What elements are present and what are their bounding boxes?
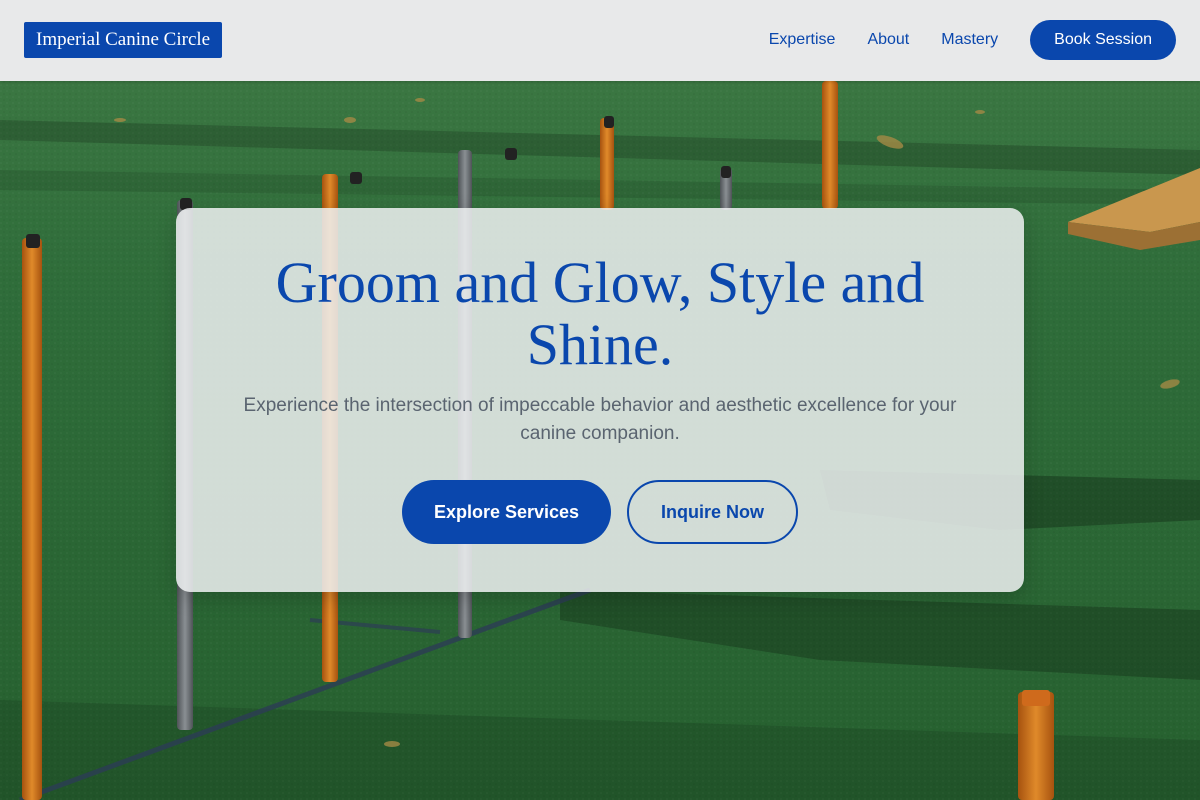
landing-page: Imperial Canine Circle Expertise About M… — [0, 0, 1200, 800]
site-header: Imperial Canine Circle Expertise About M… — [0, 0, 1200, 81]
nav-link-mastery[interactable]: Mastery — [941, 31, 998, 49]
hero-card: Groom and Glow, Style and Shine. Experie… — [176, 208, 1024, 592]
inquire-now-button[interactable]: Inquire Now — [627, 480, 799, 544]
hero-actions: Explore Services Inquire Now — [176, 480, 1024, 544]
nav-link-expertise[interactable]: Expertise — [769, 31, 836, 49]
explore-services-button[interactable]: Explore Services — [401, 480, 612, 544]
book-session-button[interactable]: Book Session — [1030, 20, 1176, 60]
nav-link-about[interactable]: About — [867, 31, 909, 49]
main-nav: Expertise About Mastery Book Session — [769, 20, 1176, 60]
brand-logo[interactable]: Imperial Canine Circle — [24, 22, 223, 58]
hero-subtitle: Experience the intersection of impeccabl… — [243, 395, 957, 444]
hero-title: Groom and Glow, Style and Shine. — [275, 250, 925, 377]
